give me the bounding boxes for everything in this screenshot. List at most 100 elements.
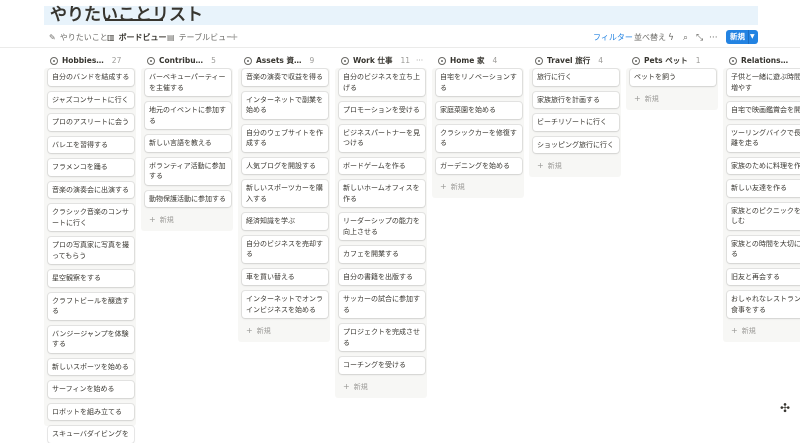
board-card[interactable]: 自分の書籍を出版する: [339, 268, 425, 285]
column-header[interactable]: Contribu… 5: [147, 54, 216, 68]
board-card[interactable]: フラメンコを踊る: [48, 159, 134, 176]
board-card[interactable]: バーベキューパーティーを主催する: [145, 69, 231, 96]
column-header[interactable]: Home 家 4: [438, 54, 497, 68]
board-card[interactable]: スキューバダイビングを: [48, 426, 134, 443]
board-card[interactable]: 新しい言語を教える: [145, 135, 231, 152]
board-card[interactable]: クラシックカーを修復する: [436, 124, 522, 152]
board-card[interactable]: カフェを開業する: [339, 246, 425, 263]
chevron-down-icon[interactable]: ▼: [750, 30, 755, 44]
active-tab-indicator: [105, 19, 163, 21]
column-count: 5: [211, 56, 216, 65]
board-card[interactable]: 家族とのピクニックを楽しむ: [727, 202, 800, 230]
column-header[interactable]: Work 仕事 11 ···: [341, 54, 423, 68]
search-icon[interactable]: ⌕: [683, 30, 688, 46]
more-options-icon[interactable]: ···: [709, 30, 718, 46]
add-card-button[interactable]: + 新規: [149, 214, 174, 226]
board-card[interactable]: 家族のために料理を作る: [727, 157, 800, 174]
board-card[interactable]: おしゃれなレストランで食事をする: [727, 291, 800, 318]
add-card-button[interactable]: + 新規: [634, 93, 659, 105]
board-card[interactable]: 新しいホームオフィスを作る: [339, 180, 425, 207]
board-card[interactable]: 経済知識を学ぶ: [242, 213, 328, 230]
board-card[interactable]: ペットを飼う: [630, 69, 716, 86]
board-card[interactable]: 子供と一緒に遊ぶ時間を増やす: [727, 69, 800, 96]
add-card-button[interactable]: + 新規: [731, 325, 756, 337]
view-toolbar: ✎ やりたいこと ▥ ボードビュー ▤ テーブルビュー + フィルター 並べ替え ϟ …: [0, 27, 800, 47]
board-card[interactable]: サッカーの試合に参加する: [339, 291, 425, 318]
board-card[interactable]: ビーチリゾートに行く: [533, 114, 619, 131]
status-dot-icon: [729, 57, 737, 65]
board-card[interactable]: 自宅をリノベーションする: [436, 69, 522, 96]
board-card[interactable]: リーダーシップの能力を向上させる: [339, 213, 425, 240]
add-card-button[interactable]: + 新規: [537, 160, 562, 172]
board-card[interactable]: 地元のイベントに参加する: [145, 102, 231, 129]
board-card[interactable]: プロモーションを受ける: [339, 102, 425, 119]
column-title: Travel 旅行: [547, 56, 591, 65]
board-card[interactable]: 音楽の演奏会に出演する: [48, 181, 134, 198]
add-card-button[interactable]: + 新規: [246, 325, 271, 337]
tab-table-view[interactable]: ▤ テーブルビュー: [167, 30, 234, 46]
board-card[interactable]: 自宅で映画鑑賞会を開く: [727, 102, 800, 119]
board-card[interactable]: コーチングを受ける: [339, 357, 425, 374]
board-card[interactable]: 旅行に行く: [533, 69, 619, 86]
board-card[interactable]: ジャズコンサートに行く: [48, 91, 134, 108]
board-card[interactable]: ツーリングバイクで長距離を走る: [727, 124, 800, 152]
tab-list-view[interactable]: ✎ やりたいこと: [49, 30, 108, 46]
plus-icon: +: [343, 381, 350, 391]
board-card[interactable]: 人気ブログを開設する: [242, 157, 328, 174]
add-card-label: 新規: [450, 183, 465, 191]
board-card[interactable]: 新しいスポーツを始める: [48, 358, 134, 375]
board-card[interactable]: 自分のウェブサイトを作成する: [242, 124, 328, 152]
board-card[interactable]: クラシック音楽のコンサートに行く: [48, 204, 134, 231]
board-card[interactable]: 家族との時間を大切にする: [727, 235, 800, 263]
board-card[interactable]: プロの写真家に写真を撮ってもらう: [48, 237, 134, 264]
board-card[interactable]: ショッピング旅行に行く: [533, 136, 619, 153]
board-card[interactable]: プロジェクトを完成させる: [339, 324, 425, 351]
column-title: Home 家: [450, 56, 485, 65]
board-card[interactable]: 星空観察をする: [48, 270, 134, 287]
table-icon: ▤: [167, 33, 175, 42]
board-card[interactable]: 新しいスポーツカーを購入する: [242, 180, 328, 207]
board-card[interactable]: クラフトビールを醸造する: [48, 292, 134, 320]
board-card[interactable]: バンジージャンプを体験する: [48, 325, 134, 353]
board-card[interactable]: ビジネスパートナーを見つける: [339, 124, 425, 152]
column-header[interactable]: Pets ペット 1: [632, 54, 701, 68]
column-header[interactable]: Hobbies… 27: [50, 54, 121, 68]
tab-board-view[interactable]: ▥ ボードビュー: [107, 30, 167, 46]
column-header[interactable]: Travel 旅行 4: [535, 54, 603, 68]
board-card[interactable]: ボランティア活動に参加する: [145, 157, 231, 185]
board-card[interactable]: ロボットを組み立てる: [48, 403, 134, 420]
board-card[interactable]: 家族旅行を計画する: [533, 91, 619, 108]
board-card[interactable]: 音楽の演奏で収益を得る: [242, 69, 328, 86]
board-card[interactable]: 家庭菜園を始める: [436, 102, 522, 119]
board-card[interactable]: インターネットでオンラインビジネスを始める: [242, 291, 328, 318]
add-card-button[interactable]: + 新規: [343, 381, 368, 393]
status-dot-icon: [244, 57, 252, 65]
board-card[interactable]: 自分のバンドを結成する: [48, 69, 134, 86]
plus-icon: +: [731, 326, 738, 335]
board-card[interactable]: ガーデニングを始める: [436, 157, 522, 174]
column-header[interactable]: Assets 資… 9: [244, 54, 314, 68]
sparkle-icon[interactable]: ✣: [780, 401, 790, 415]
board-card[interactable]: プロのアスリートに会う: [48, 114, 134, 131]
page-title[interactable]: やりたいことリスト: [50, 3, 203, 27]
board-card[interactable]: ボードゲームを作る: [339, 157, 425, 174]
new-button[interactable]: 新規 ▼: [726, 30, 758, 44]
column-more-icon[interactable]: ···: [416, 56, 423, 65]
board-card[interactable]: バレエを習得する: [48, 136, 134, 153]
add-view-button[interactable]: +: [230, 30, 238, 46]
expand-icon[interactable]: ⤡: [696, 30, 703, 46]
add-card-button[interactable]: + 新規: [440, 181, 465, 193]
automation-icon[interactable]: ϟ: [668, 30, 674, 46]
board-card[interactable]: 車を買い替える: [242, 268, 328, 285]
board-card[interactable]: 動物保護活動に参加する: [145, 190, 231, 207]
board-card[interactable]: 旧友と再会する: [727, 268, 800, 285]
board-card[interactable]: 自分のビジネスを立ち上げる: [339, 69, 425, 96]
board-card[interactable]: インターネットで副業を始める: [242, 91, 328, 119]
board-card[interactable]: 新しい友達を作る: [727, 180, 800, 197]
column-header[interactable]: Relations…: [729, 54, 796, 68]
pencil-icon: ✎: [49, 33, 56, 42]
board-card[interactable]: サーフィンを始める: [48, 381, 134, 398]
filter-button[interactable]: フィルター: [593, 30, 633, 46]
sort-button[interactable]: 並べ替え: [634, 30, 666, 46]
board-card[interactable]: 自分のビジネスを売却する: [242, 235, 328, 263]
